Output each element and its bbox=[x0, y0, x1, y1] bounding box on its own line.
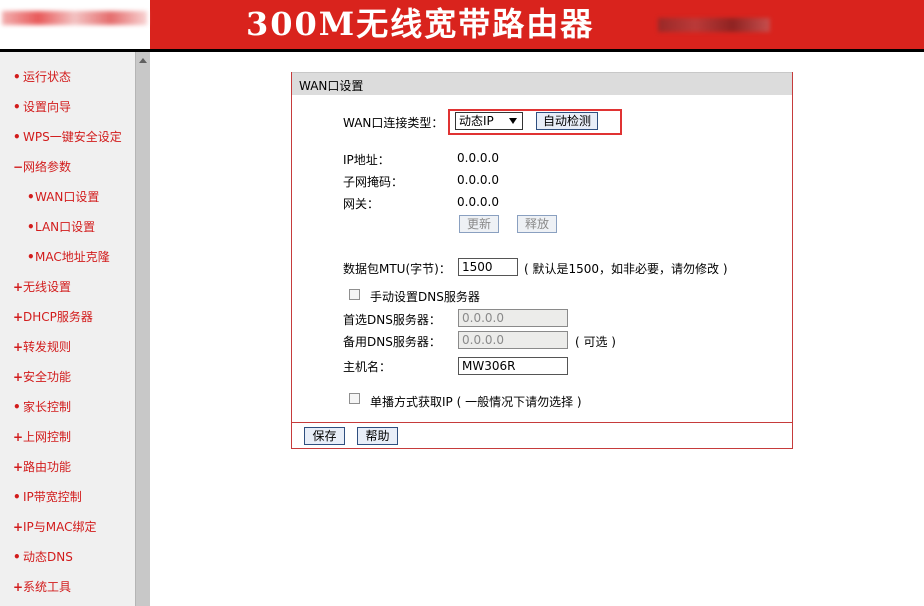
sidebar-item-label: LAN口设置 bbox=[35, 220, 96, 234]
hostname-label: 主机名： bbox=[343, 360, 392, 374]
wan-settings-panel: WAN口设置 WAN口连接类型： 动态IP 自动检测 IP地址： 0.0.0.0… bbox=[291, 72, 793, 449]
panel-header: WAN口设置 bbox=[292, 72, 792, 95]
sidebar-scrollbar[interactable] bbox=[135, 52, 150, 606]
sidebar-item-status[interactable]: • 运行状态 bbox=[13, 68, 71, 86]
sidebar-item-label: DHCP服务器 bbox=[23, 310, 93, 324]
router-model-title: 300M无线宽带路由器 bbox=[246, 5, 595, 43]
expand-icon: + bbox=[13, 340, 24, 354]
save-button[interactable]: 保存 bbox=[304, 427, 345, 445]
sidebar-item-mac-clone[interactable]: •MAC地址克隆 bbox=[27, 248, 110, 266]
bullet-icon: • bbox=[13, 490, 21, 504]
wan-type-label: WAN口连接类型： bbox=[343, 116, 444, 130]
release-button[interactable]: 释放 bbox=[517, 215, 557, 233]
secondary-dns-input[interactable]: 0.0.0.0 bbox=[458, 331, 568, 349]
sidebar-item-wps[interactable]: • WPS一键安全设定 bbox=[13, 128, 122, 146]
sidebar-item-label: MAC地址克隆 bbox=[35, 250, 110, 264]
sidebar-item-bandwidth[interactable]: • IP带宽控制 bbox=[13, 488, 82, 506]
bullet-icon: • bbox=[13, 70, 21, 84]
unicast-label: 单播方式获取IP ( 一般情况下请勿选择 ) bbox=[370, 395, 582, 409]
expand-icon: + bbox=[13, 520, 24, 534]
header-logo-area bbox=[0, 0, 150, 49]
expand-icon: + bbox=[13, 310, 24, 324]
bullet-icon: • bbox=[13, 550, 21, 564]
panel-title: WAN口设置 bbox=[299, 79, 364, 93]
sidebar-item-label: WAN口设置 bbox=[35, 190, 100, 204]
dropdown-arrow-icon bbox=[509, 118, 517, 124]
sidebar-item-wireless[interactable]: +无线设置 bbox=[13, 278, 71, 296]
secondary-dns-label: 备用DNS服务器： bbox=[343, 335, 441, 349]
gateway-value: 0.0.0.0 bbox=[457, 195, 499, 209]
header-bar: 300M无线宽带路由器 bbox=[0, 0, 924, 49]
sidebar-item-label: 安全功能 bbox=[23, 370, 72, 384]
sidebar-item-network[interactable]: −网络参数 bbox=[13, 158, 71, 176]
sidebar-item-label: 动态DNS bbox=[23, 550, 73, 564]
manual-dns-label: 手动设置DNS服务器 bbox=[370, 290, 480, 304]
expand-icon: + bbox=[13, 370, 24, 384]
sidebar-item-access-control[interactable]: +上网控制 bbox=[13, 428, 71, 446]
sidebar-item-label: 上网控制 bbox=[23, 430, 72, 444]
sidebar-item-lan[interactable]: •LAN口设置 bbox=[27, 218, 95, 236]
sidebar-item-parental[interactable]: • 家长控制 bbox=[13, 398, 71, 416]
mask-value: 0.0.0.0 bbox=[457, 173, 499, 187]
secondary-dns-hint: ( 可选 ) bbox=[575, 335, 616, 349]
expand-icon: + bbox=[13, 280, 24, 294]
unicast-checkbox[interactable] bbox=[349, 393, 360, 404]
help-button[interactable]: 帮助 bbox=[357, 427, 398, 445]
sidebar-item-dhcp[interactable]: +DHCP服务器 bbox=[13, 308, 93, 326]
collapse-icon: − bbox=[13, 160, 24, 174]
sidebar-item-setup-wizard[interactable]: • 设置向导 bbox=[13, 98, 71, 116]
sidebar-menu: • 运行状态 • 设置向导 • WPS一键安全设定 −网络参数 •WAN口设置 •LA… bbox=[0, 52, 135, 606]
bullet-icon: • bbox=[27, 190, 35, 204]
gateway-label: 网关： bbox=[343, 197, 380, 211]
sidebar-item-forwarding[interactable]: +转发规则 bbox=[13, 338, 71, 356]
sidebar-item-label: 设置向导 bbox=[23, 100, 72, 114]
wan-type-select[interactable]: 动态IP bbox=[455, 112, 523, 130]
sidebar-item-label: 转发规则 bbox=[23, 340, 72, 354]
mtu-hint: ( 默认是1500，如非必要，请勿修改 ) bbox=[524, 262, 728, 276]
primary-dns-label: 首选DNS服务器： bbox=[343, 313, 441, 327]
expand-icon: + bbox=[13, 430, 24, 444]
mtu-input[interactable]: 1500 bbox=[458, 258, 518, 276]
sidebar-item-wan[interactable]: •WAN口设置 bbox=[27, 188, 99, 206]
sidebar-item-ip-mac-binding[interactable]: +IP与MAC绑定 bbox=[13, 518, 97, 536]
scroll-up-arrow-icon[interactable] bbox=[139, 58, 147, 63]
mtu-label: 数据包MTU(字节)： bbox=[343, 262, 451, 276]
sidebar-item-label: 无线设置 bbox=[23, 280, 72, 294]
bullet-icon: • bbox=[13, 130, 21, 144]
sidebar-item-label: 系统工具 bbox=[23, 580, 72, 594]
sidebar-item-label: 网络参数 bbox=[23, 160, 72, 174]
expand-icon: + bbox=[13, 580, 24, 594]
primary-dns-input[interactable]: 0.0.0.0 bbox=[458, 309, 568, 327]
sidebar-item-ddns[interactable]: • 动态DNS bbox=[13, 548, 73, 566]
sidebar-item-label: 家长控制 bbox=[23, 400, 72, 414]
blurred-brand-logo bbox=[2, 11, 147, 25]
mask-label: 子网掩码： bbox=[343, 175, 404, 189]
sidebar-item-label: IP带宽控制 bbox=[23, 490, 82, 504]
wan-type-value: 动态IP bbox=[459, 114, 494, 128]
sidebar-item-label: 路由功能 bbox=[23, 460, 72, 474]
blurred-model-text bbox=[658, 18, 770, 32]
auto-detect-button[interactable]: 自动检测 bbox=[536, 112, 598, 130]
sidebar-item-label: WPS一键安全设定 bbox=[23, 130, 122, 144]
manual-dns-checkbox[interactable] bbox=[349, 289, 360, 300]
sidebar-item-label: 运行状态 bbox=[23, 70, 72, 84]
bullet-icon: • bbox=[13, 400, 21, 414]
expand-icon: + bbox=[13, 460, 24, 474]
panel-divider bbox=[292, 422, 792, 423]
ip-value: 0.0.0.0 bbox=[457, 151, 499, 165]
renew-button[interactable]: 更新 bbox=[459, 215, 499, 233]
bullet-icon: • bbox=[27, 220, 35, 234]
sidebar-item-routing[interactable]: +路由功能 bbox=[13, 458, 71, 476]
hostname-input[interactable]: MW306R bbox=[458, 357, 568, 375]
bullet-icon: • bbox=[27, 250, 35, 264]
sidebar-item-system-tools[interactable]: +系统工具 bbox=[13, 578, 71, 596]
ip-label: IP地址： bbox=[343, 153, 390, 167]
bullet-icon: • bbox=[13, 100, 21, 114]
sidebar-item-security[interactable]: +安全功能 bbox=[13, 368, 71, 386]
sidebar-item-label: IP与MAC绑定 bbox=[23, 520, 97, 534]
